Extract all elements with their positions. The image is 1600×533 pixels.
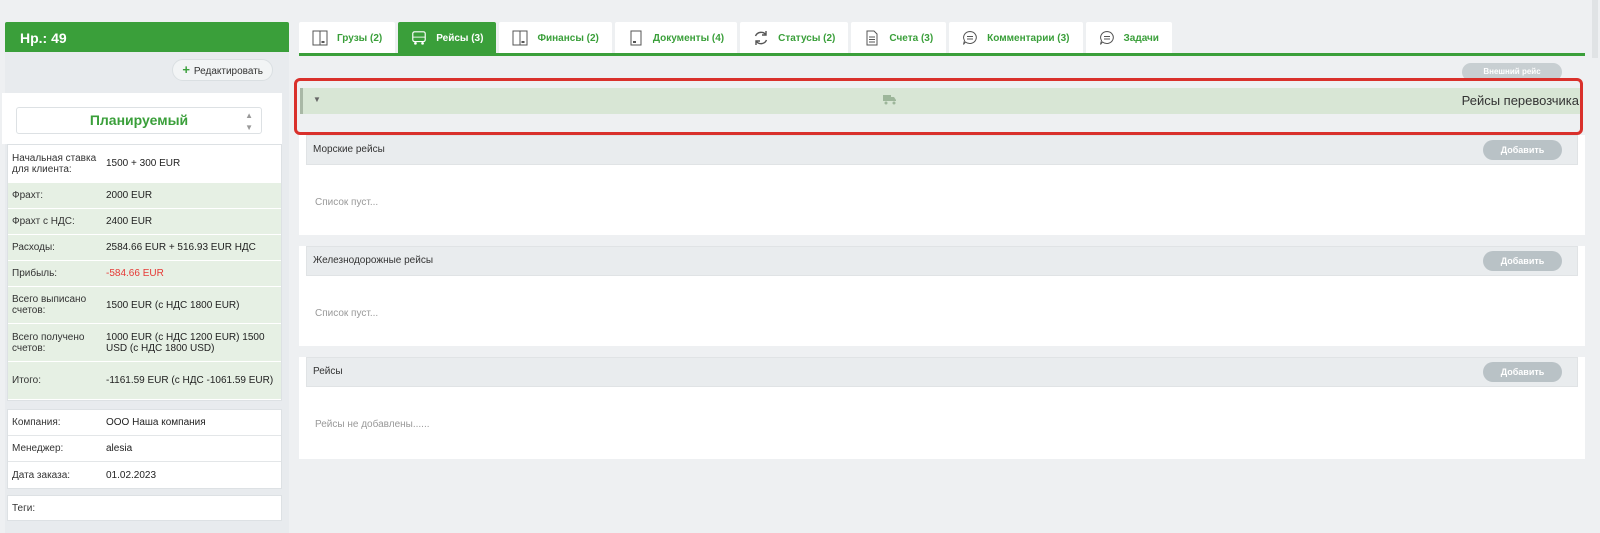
section-header: Железнодорожные рейсы Добавить bbox=[306, 246, 1578, 276]
tab-label: Статусы (2) bbox=[778, 32, 836, 44]
empty-message: Список пуст... bbox=[315, 197, 379, 208]
tab-label: Грузы (2) bbox=[337, 32, 383, 44]
tab-label: Финансы (2) bbox=[537, 32, 599, 44]
finance-icon bbox=[512, 30, 528, 46]
add-button[interactable]: Добавить bbox=[1483, 362, 1562, 382]
rail-trips-section: Железнодорожные рейсы Добавить Список пу… bbox=[299, 246, 1585, 346]
sea-trips-section: Морские рейсы Добавить Список пуст... bbox=[299, 135, 1585, 235]
highlight-frame bbox=[294, 78, 1583, 135]
finance-value: 1500 + 300 EUR bbox=[106, 158, 181, 169]
tab-refresh[interactable]: Статусы (2) bbox=[740, 22, 849, 54]
empty-message: Список пуст... bbox=[315, 308, 379, 319]
tab-task[interactable]: Задачи bbox=[1085, 22, 1172, 54]
add-button[interactable]: Добавить bbox=[1483, 251, 1562, 271]
section-title: Железнодорожные рейсы bbox=[313, 255, 434, 266]
tab-bar: Грузы (2) Рейсы (3) Финансы (2) Документы (… bbox=[299, 22, 1175, 54]
tab-underline bbox=[299, 53, 1585, 56]
section-header: Рейсы Добавить bbox=[306, 357, 1578, 387]
document-icon bbox=[628, 30, 644, 46]
edit-row: + Редактировать bbox=[5, 52, 289, 92]
refresh-icon bbox=[753, 30, 769, 46]
finance-row: Фрахт с НДС: 2400 EUR bbox=[8, 209, 281, 235]
order-number: Нр.: 49 bbox=[5, 22, 289, 52]
finance-label: Начальная ставка для клиента: bbox=[12, 152, 97, 175]
add-button[interactable]: Добавить bbox=[1483, 140, 1562, 160]
empty-message: Рейсы не добавлены...... bbox=[315, 419, 430, 430]
finance-row: Всего выписано счетов: 1500 EUR (с НДС 18… bbox=[8, 287, 281, 324]
finance-row: Начальная ставка для клиента: 1500 + 300 … bbox=[8, 145, 281, 183]
tab-label: Счета (3) bbox=[889, 32, 934, 44]
finance-value: -584.66 EUR bbox=[106, 268, 164, 279]
tags-field[interactable]: Теги: bbox=[7, 495, 282, 521]
tab-label: Задачи bbox=[1123, 32, 1159, 44]
finance-value: 2584.66 EUR + 516.93 EUR НДС bbox=[106, 242, 256, 253]
finance-row: Всего получено счетов: 1000 EUR (с НДС 12… bbox=[8, 324, 281, 362]
finance-row: Прибыль: -584.66 EUR bbox=[8, 261, 281, 287]
finance-row: Фрахт: 2000 EUR bbox=[8, 183, 281, 209]
finance-table: Начальная ставка для клиента: 1500 + 300 … bbox=[7, 144, 282, 401]
finance-label: Итого: bbox=[12, 375, 41, 386]
finance-label: Всего получено счетов: bbox=[12, 331, 85, 354]
tab-label: Документы (4) bbox=[652, 32, 725, 44]
tab-label: Рейсы (3) bbox=[436, 32, 484, 44]
edit-button[interactable]: + Редактировать bbox=[172, 59, 273, 81]
trips-section: Рейсы Добавить Рейсы не добавлены...... bbox=[299, 357, 1585, 459]
tab-cargo[interactable]: Грузы (2) bbox=[299, 22, 396, 54]
bus-icon bbox=[411, 30, 427, 46]
tab-document[interactable]: Документы (4) bbox=[614, 22, 738, 54]
tab-bus[interactable]: Рейсы (3) bbox=[398, 22, 497, 54]
finance-value: 1000 EUR (с НДС 1200 EUR) 1500 USD (с НД… bbox=[106, 331, 265, 354]
invoice-icon bbox=[864, 30, 880, 46]
detail-label: Дата заказа: bbox=[12, 469, 71, 481]
detail-value: alesia bbox=[106, 443, 133, 454]
detail-value: 01.02.2023 bbox=[106, 469, 157, 481]
tab-comment[interactable]: Комментарии (3) bbox=[949, 22, 1083, 54]
finance-label: Фрахт с НДС: bbox=[12, 216, 75, 227]
detail-value: ООО Наша компания bbox=[106, 417, 206, 428]
detail-row: Дата заказа: 01.02.2023 bbox=[8, 462, 281, 488]
detail-row: Менеджер: alesia bbox=[8, 436, 281, 462]
finance-label: Фрахт: bbox=[12, 190, 43, 201]
finance-label: Всего выписано счетов: bbox=[12, 294, 87, 316]
finance-value: 1500 EUR (с НДС 1800 EUR) bbox=[106, 299, 240, 311]
tab-finance[interactable]: Финансы (2) bbox=[499, 22, 612, 54]
tags-label: Теги: bbox=[12, 503, 36, 514]
detail-row: Компания: ООО Наша компания bbox=[8, 410, 281, 436]
finance-row: Расходы: 2584.66 EUR + 516.93 EUR НДС bbox=[8, 235, 281, 261]
tab-invoice[interactable]: Счета (3) bbox=[851, 22, 947, 54]
status-select[interactable]: Планируемый ▲ ▼ bbox=[16, 107, 262, 134]
task-icon bbox=[1099, 30, 1115, 46]
details-table: Компания: ООО Наша компания Менеджер: alesi… bbox=[7, 409, 282, 489]
finance-label: Расходы: bbox=[12, 242, 55, 253]
finance-value: 2000 EUR bbox=[106, 190, 153, 201]
section-header: Морские рейсы Добавить bbox=[306, 135, 1578, 165]
detail-label: Компания: bbox=[12, 417, 61, 428]
tab-label: Комментарии (3) bbox=[987, 32, 1070, 44]
detail-label: Менеджер: bbox=[12, 443, 64, 454]
finance-value: -1161.59 EUR (с НДС -1061.59 EUR) bbox=[106, 375, 274, 386]
section-title: Морские рейсы bbox=[313, 144, 385, 155]
status-value: Планируемый bbox=[89, 112, 189, 128]
comment-icon bbox=[962, 30, 978, 46]
updown-icon: ▲ ▼ bbox=[245, 111, 253, 132]
status-box: Планируемый ▲ ▼ bbox=[2, 93, 282, 144]
plus-icon: + bbox=[182, 62, 190, 77]
scrollbar[interactable] bbox=[1592, 0, 1598, 58]
finance-value: 2400 EUR bbox=[106, 216, 153, 227]
finance-label: Прибыль: bbox=[12, 268, 58, 279]
section-title: Рейсы bbox=[313, 366, 343, 377]
cargo-icon bbox=[312, 30, 328, 46]
edit-button-label: Редактировать bbox=[193, 66, 263, 77]
finance-row: Итого: -1161.59 EUR (с НДС -1061.59 EUR) bbox=[8, 362, 281, 400]
